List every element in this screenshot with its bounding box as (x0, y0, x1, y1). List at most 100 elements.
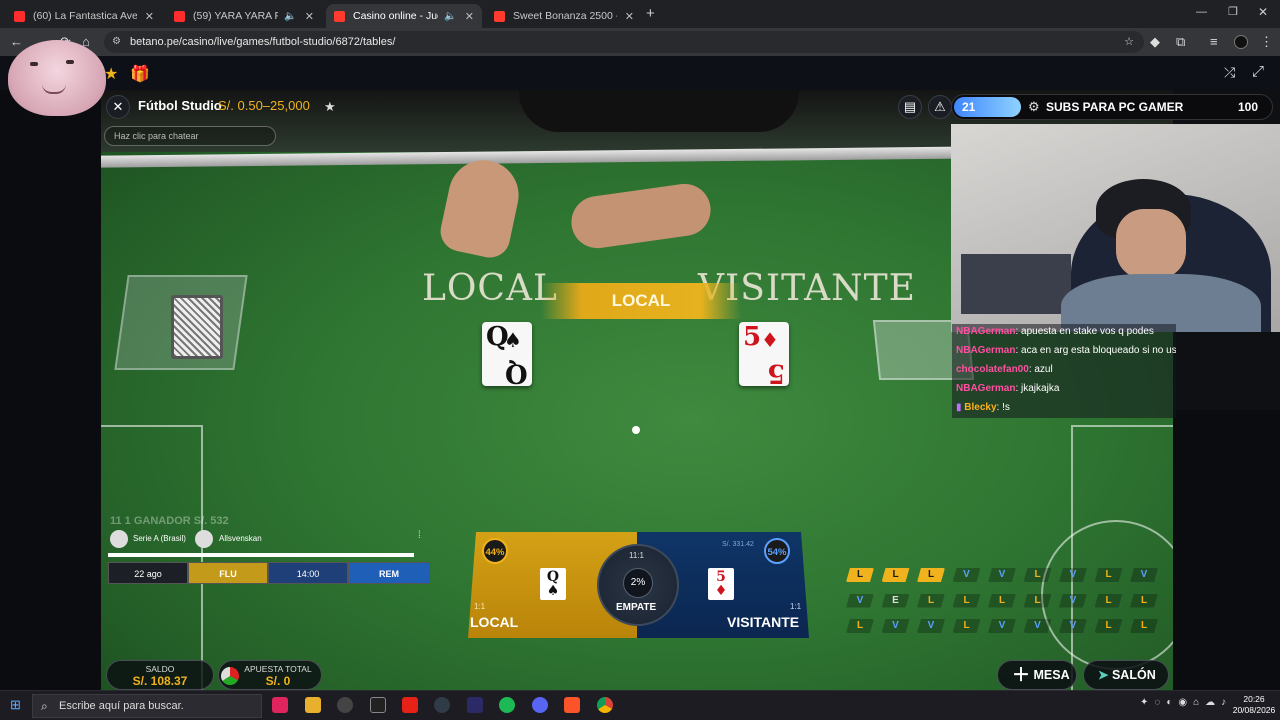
local-percentage: 44% (482, 538, 508, 564)
result-banner: LOCAL (541, 283, 741, 319)
allsvenskan-logo-icon (195, 530, 213, 548)
chat-message: NBAGerman: aca en arg esta bloqueado si … (956, 345, 1176, 356)
gift-icon[interactable]: 🎁 (130, 64, 150, 84)
favorites-star-icon[interactable]: ★ (104, 64, 118, 84)
streamer-webcam (951, 124, 1280, 332)
extensions-puzzle-icon[interactable]: ⧉ (1176, 34, 1185, 50)
visitante-mini-card: 5 ♦ (708, 568, 734, 600)
roadmap-cell: E (882, 594, 910, 608)
bookmark-star-icon[interactable]: ☆ (1124, 31, 1134, 53)
favorite-game-icon[interactable]: ★ (324, 99, 336, 115)
exit-arrow-icon: ➤ (1098, 668, 1109, 682)
visitante-bet-amount: S/. 331.42 (722, 541, 754, 548)
obs-icon[interactable] (434, 697, 450, 713)
tiktok-icon[interactable] (272, 697, 288, 713)
youtube-icon[interactable] (402, 697, 418, 713)
hippo-eye (30, 62, 38, 66)
chat-message: chocolatefan00: azul (956, 364, 1053, 375)
visitante-percentage: 54% (764, 538, 790, 564)
roadmap-cell: L (953, 619, 981, 633)
shuffle-icon[interactable]: ⤮ (1224, 64, 1235, 81)
chat-text: : aca en arg esta bloqueado si no usas v… (1015, 345, 1176, 356)
browser-tab-2[interactable]: (59) YARA YARA FUNK (Slo 🔈 ✕ (166, 4, 322, 28)
table-word-local: LOCAL (422, 268, 558, 309)
extension-icon[interactable]: ◆ (1150, 34, 1160, 50)
windows-start-icon[interactable]: ⊞ (10, 697, 21, 713)
site-info-icon[interactable]: ⚙ (112, 31, 121, 53)
discord-icon[interactable] (532, 697, 548, 713)
premiere-icon[interactable] (467, 697, 483, 713)
profile-avatar[interactable] (1234, 35, 1248, 49)
chat-username: chocolatefan00 (956, 364, 1029, 375)
roadmap-cell: L (1095, 594, 1123, 608)
system-tray-icons[interactable]: ✦◌◐◉⌂☁♪ (1140, 697, 1232, 708)
draw-percentage: 2% (623, 568, 653, 598)
local-table-card: Q ♠ Q (482, 322, 532, 388)
bet-limits: S/. 0.50–25,000 (218, 98, 310, 113)
tab-title: (60) La Fantastica Aventura. | C (33, 10, 137, 22)
roadmap-cell: V (1059, 619, 1087, 633)
browser-tab-3[interactable]: Casino online - Juegos de c 🔈 ✕ (326, 4, 482, 28)
tab-close-icon[interactable]: ✕ (625, 10, 634, 23)
speaker-icon[interactable]: 🔈 (444, 11, 456, 22)
roadmap-cell: L (917, 568, 945, 582)
youtube-favicon-icon (14, 10, 25, 22)
file-explorer-icon[interactable] (305, 697, 321, 713)
chrome-icon[interactable] (597, 697, 613, 713)
tab-close-icon[interactable]: ✕ (145, 10, 154, 23)
warning-icon[interactable]: ⚠ (928, 95, 952, 119)
diamond-suit-icon: ♦ (761, 328, 779, 352)
tab-close-icon[interactable]: ✕ (465, 10, 474, 23)
salon-button[interactable]: ➤ SALÓN (1083, 660, 1169, 690)
chat-input[interactable]: Haz clic para chatear (104, 126, 276, 146)
balance-display: SALDO S/. 108.37 (106, 660, 214, 690)
chips-icon (221, 667, 239, 685)
local-payout: 1:1 (474, 602, 486, 611)
menu-lines-icon[interactable]: ⁞ (418, 530, 421, 541)
maximize-icon[interactable]: ❐ (1228, 5, 1238, 18)
salon-label: SALÓN (1111, 668, 1156, 682)
roadmap-cell: L (1024, 594, 1052, 608)
total-bet-value: S/. 0 (265, 674, 291, 688)
brave-icon[interactable] (564, 697, 580, 713)
close-game-button[interactable]: ✕ (106, 95, 130, 119)
card-rank: 5 (766, 358, 785, 388)
minimize-icon[interactable]: — (1196, 6, 1207, 18)
tab-close-icon[interactable]: ✕ (305, 10, 314, 23)
app-icon[interactable] (337, 697, 353, 713)
taskbar-search[interactable]: ⌕ Escribe aquí para buscar. (32, 694, 262, 718)
chat-message: NBAGerman: apuesta en stake vos q podes (956, 326, 1154, 337)
close-window-icon[interactable]: ✕ (1258, 5, 1268, 19)
visitante-payout: 1:1 (790, 602, 802, 611)
browser-menu-icon[interactable]: ⋮ (1260, 34, 1273, 50)
new-tab-button[interactable]: + (646, 5, 655, 22)
browser-tab-4[interactable]: Sweet Bonanza 2500 - Juega o ✕ (486, 4, 642, 28)
dealer-right-hand (568, 180, 714, 252)
local-bet-label: LOCAL (470, 614, 519, 630)
youtube-favicon-icon (174, 10, 185, 22)
media-control-icon[interactable]: ≡ (1210, 34, 1218, 49)
roadmap-cell: V (846, 594, 874, 608)
chat-username: NBAGerman (956, 383, 1016, 394)
mesa-button[interactable]: ＋ MESA (997, 660, 1077, 690)
taskbar-clock[interactable]: 20:26 20/08/2026 (1228, 694, 1280, 716)
speaker-icon[interactable]: 🔈 (284, 11, 296, 22)
url-field[interactable]: ⚙ betano.pe/casino/live/games/futbol-stu… (104, 31, 1144, 53)
epic-games-icon[interactable] (370, 697, 386, 713)
back-icon[interactable]: ← (10, 34, 23, 49)
balance-value: S/. 108.37 (132, 674, 188, 688)
chat-text: : azul (1028, 364, 1053, 375)
gear-icon: ⚙ (1028, 99, 1040, 114)
spade-suit-icon: ♠ (546, 583, 560, 599)
total-bet-label: APUESTA TOTAL (244, 664, 312, 674)
fullscreen-icon[interactable]: ⤢ (1252, 63, 1264, 80)
spotify-icon[interactable] (499, 697, 515, 713)
bet-empate-spot[interactable]: 11:1 2% EMPATE (597, 544, 679, 626)
browser-tab-1[interactable]: (60) La Fantastica Aventura. | C ✕ (6, 4, 162, 28)
league-left: Serie A (Brasil) (133, 534, 186, 543)
match-widget[interactable]: Serie A (Brasil) Allsvenskan ⁞ 22 ago FL… (108, 526, 430, 586)
center-dot (632, 426, 640, 434)
stream-chat: NBAGerman: apuesta en stake vos q podes … (952, 324, 1176, 418)
chat-text: : !s (996, 402, 1010, 413)
chat-bubble-icon[interactable]: ▤ (898, 95, 922, 119)
